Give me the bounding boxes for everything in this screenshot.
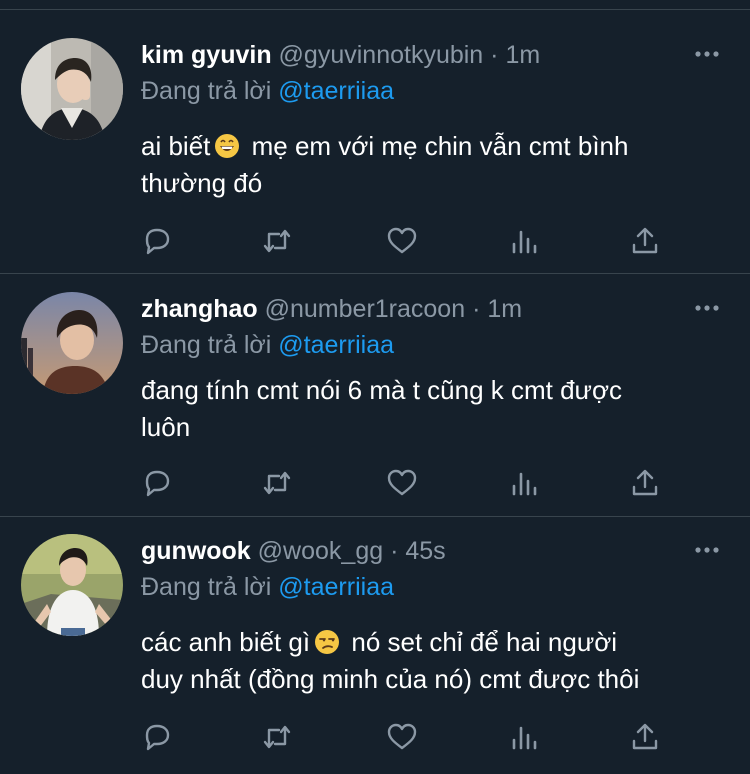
tweet-text-part: nó set chỉ để hai người <box>351 627 618 657</box>
retweet-icon[interactable] <box>261 226 293 256</box>
retweet-icon[interactable] <box>261 468 293 498</box>
tweet-text-line: duy nhất (đồng minh của nó) cmt được thô… <box>141 664 640 694</box>
separator-dot: · <box>390 537 399 565</box>
tweet-text: ai biết mẹ em với mẹ chin vẫn cmt bình t… <box>141 128 711 202</box>
timestamp[interactable]: 1m <box>505 41 540 69</box>
timestamp[interactable]: 1m <box>487 295 522 323</box>
avatar[interactable] <box>21 534 123 636</box>
grinning-face-emoji <box>214 132 240 158</box>
tweet-divider <box>0 273 750 274</box>
more-icon[interactable] <box>694 298 720 318</box>
tweet-header: gunwook @wook_gg · 45s <box>141 534 446 568</box>
share-icon[interactable] <box>629 226 661 256</box>
tweet-text-line: thường đó <box>141 168 263 198</box>
like-icon[interactable] <box>386 226 418 256</box>
unamused-face-emoji <box>314 628 340 654</box>
user-handle[interactable]: @number1racoon <box>265 295 466 323</box>
user-handle[interactable]: @gyuvinnotkyubin <box>279 41 484 69</box>
replying-label: Đang trả lời <box>141 77 272 105</box>
tweet-text-part: mẹ em với mẹ chin vẫn cmt bình <box>251 131 629 161</box>
tweet-header: zhanghao @number1racoon · 1m <box>141 292 522 326</box>
like-icon[interactable] <box>386 468 418 498</box>
separator-dot: · <box>472 295 481 323</box>
avatar[interactable] <box>21 38 123 140</box>
mention-link[interactable]: @taerriiaa <box>278 573 394 601</box>
tweet-text-part: ai biết <box>141 131 211 161</box>
tweet-text-part: các anh biết gì <box>141 627 311 657</box>
replying-label: Đang trả lời <box>141 331 272 359</box>
display-name[interactable]: kim gyuvin <box>141 41 272 69</box>
reply-icon[interactable] <box>141 722 173 752</box>
more-icon[interactable] <box>694 44 720 64</box>
tweet-actions <box>141 226 671 256</box>
tweet-text: đang tính cmt nói 6 mà t cũng k cmt được… <box>141 372 711 446</box>
timestamp[interactable]: 45s <box>405 537 445 565</box>
like-icon[interactable] <box>386 722 418 752</box>
more-icon[interactable] <box>694 540 720 560</box>
display-name[interactable]: zhanghao <box>141 295 258 323</box>
tweet-divider <box>0 516 750 517</box>
user-handle[interactable]: @wook_gg <box>258 537 383 565</box>
tweet-actions <box>141 468 671 498</box>
reply-icon[interactable] <box>141 226 173 256</box>
mention-link[interactable]: @taerriiaa <box>278 77 394 105</box>
tweet-actions <box>141 722 671 752</box>
replying-to: Đang trả lời @taerriiaa <box>141 328 394 362</box>
separator-dot: · <box>490 41 499 69</box>
replying-label: Đang trả lời <box>141 573 272 601</box>
reply-icon[interactable] <box>141 468 173 498</box>
share-icon[interactable] <box>629 722 661 752</box>
tweet-header: kim gyuvin @gyuvinnotkyubin · 1m <box>141 38 540 72</box>
replying-to: Đang trả lời @taerriiaa <box>141 570 394 604</box>
tweet-text: các anh biết gì nó set chỉ để hai người … <box>141 624 711 698</box>
replying-to: Đang trả lời @taerriiaa <box>141 74 394 108</box>
mention-link[interactable]: @taerriiaa <box>278 331 394 359</box>
share-icon[interactable] <box>629 468 661 498</box>
display-name[interactable]: gunwook <box>141 537 251 565</box>
tweet-text-line: luôn <box>141 412 191 442</box>
views-icon[interactable] <box>509 468 541 498</box>
top-divider <box>0 9 750 10</box>
avatar[interactable] <box>21 292 123 394</box>
retweet-icon[interactable] <box>261 722 293 752</box>
views-icon[interactable] <box>509 722 541 752</box>
tweet-text-line: đang tính cmt nói 6 mà t cũng k cmt được <box>141 375 622 405</box>
views-icon[interactable] <box>509 226 541 256</box>
reply-feed: kim gyuvin @gyuvinnotkyubin · 1m Đang tr… <box>0 0 750 774</box>
